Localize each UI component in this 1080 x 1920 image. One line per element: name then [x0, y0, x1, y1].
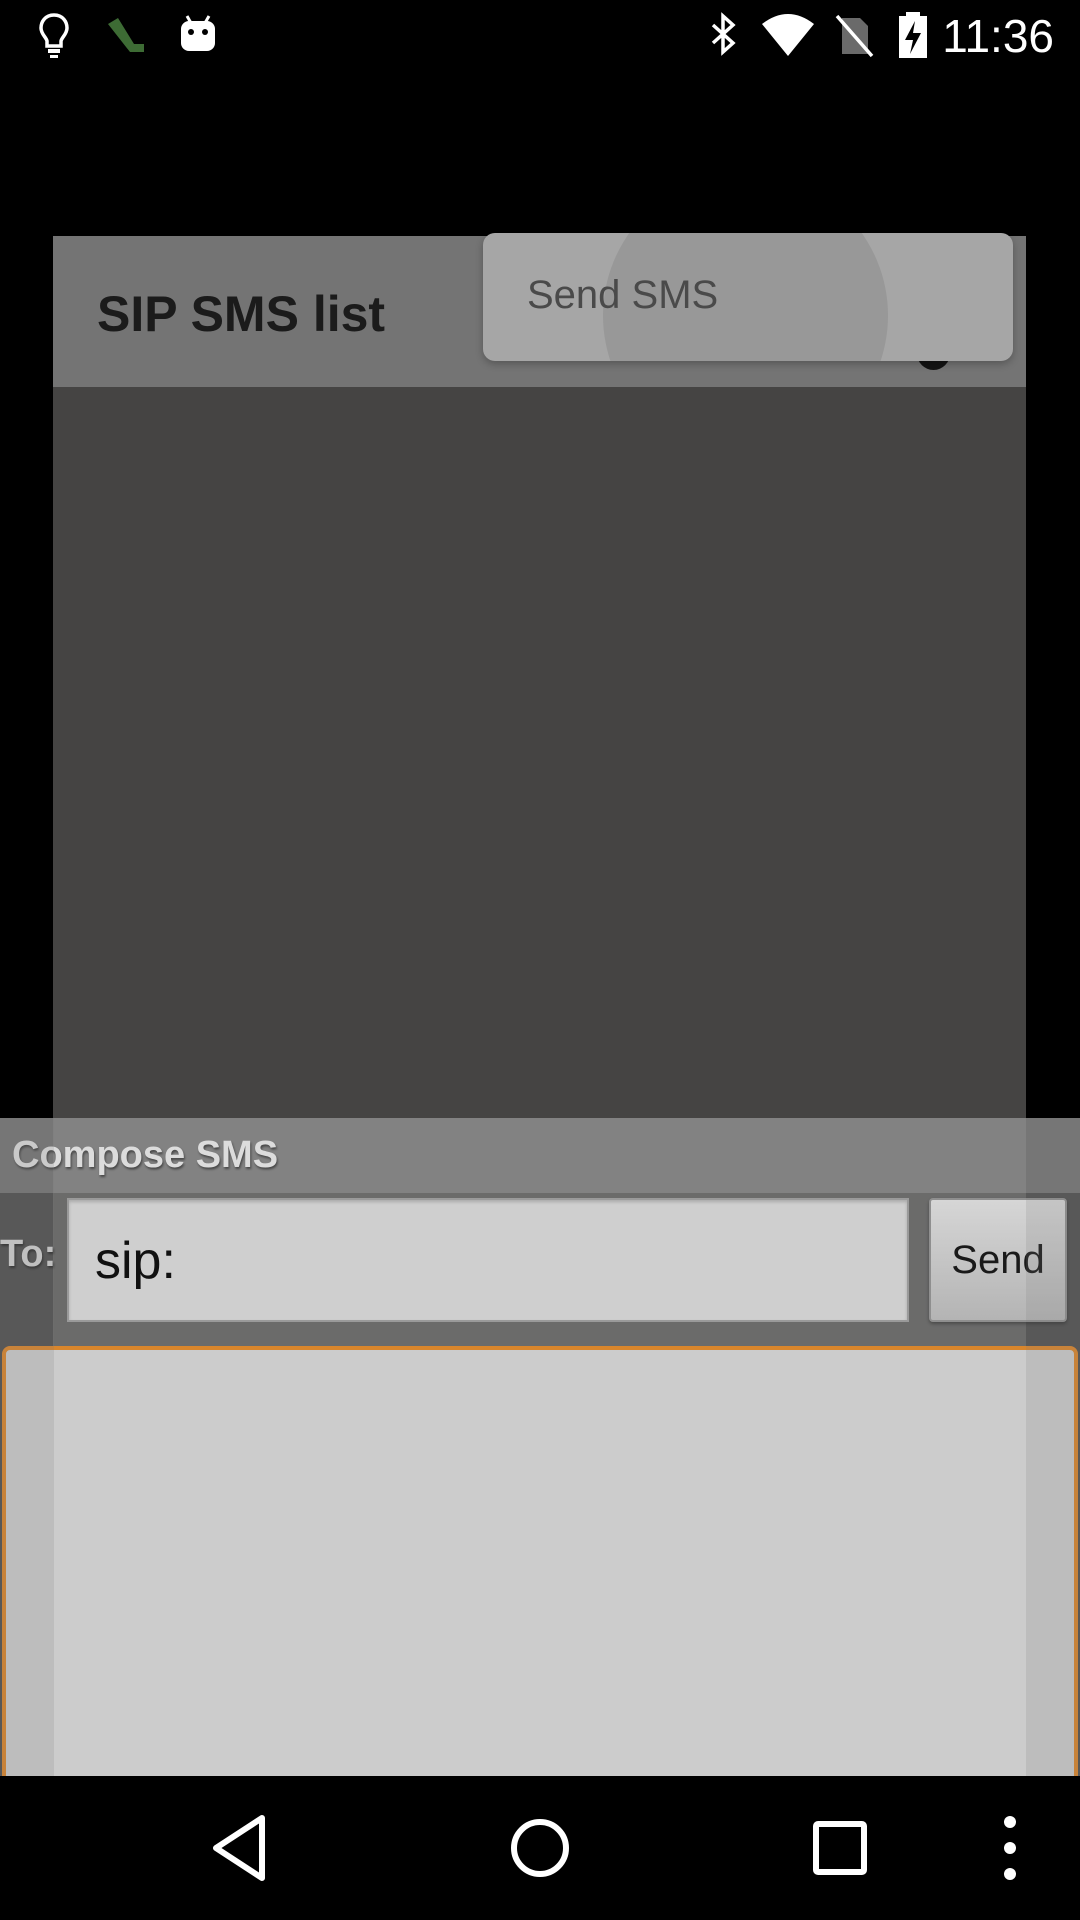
navigation-bar: [0, 1776, 1080, 1920]
home-icon[interactable]: [500, 1808, 580, 1888]
screen: 11:36 SIP SMS list Send SMS Compose SMS …: [0, 0, 1080, 1920]
back-icon[interactable]: [200, 1808, 280, 1888]
no-sim-icon: [835, 14, 874, 58]
to-label: To:: [0, 1233, 57, 1275]
status-bar: 11:36: [0, 0, 1080, 72]
send-button-label: Send: [951, 1238, 1045, 1282]
popup-menu: Send SMS: [483, 233, 1013, 361]
battery-charging-icon: [899, 12, 927, 58]
app-notification-icon: [108, 18, 144, 52]
send-button[interactable]: Send: [929, 1198, 1067, 1322]
recipient-value: sip:: [95, 1232, 176, 1290]
android-icon: [181, 15, 215, 51]
recipient-input[interactable]: sip:: [67, 1198, 909, 1322]
clock: 11:36: [942, 10, 1054, 62]
recents-icon[interactable]: [800, 1808, 880, 1888]
compose-header: Compose SMS: [0, 1118, 1080, 1193]
wifi-icon: [762, 14, 814, 56]
compose-title: Compose SMS: [12, 1134, 279, 1176]
page-title: SIP SMS list: [97, 286, 386, 342]
compose-sms-panel: Compose SMS To: sip: Send: [0, 1118, 1080, 1786]
menu-icon[interactable]: [980, 1808, 1040, 1888]
lightbulb-icon: [39, 13, 69, 58]
message-input[interactable]: [2, 1346, 1078, 1786]
bluetooth-icon: [711, 12, 736, 56]
menu-item-send-sms[interactable]: Send SMS: [527, 269, 718, 321]
